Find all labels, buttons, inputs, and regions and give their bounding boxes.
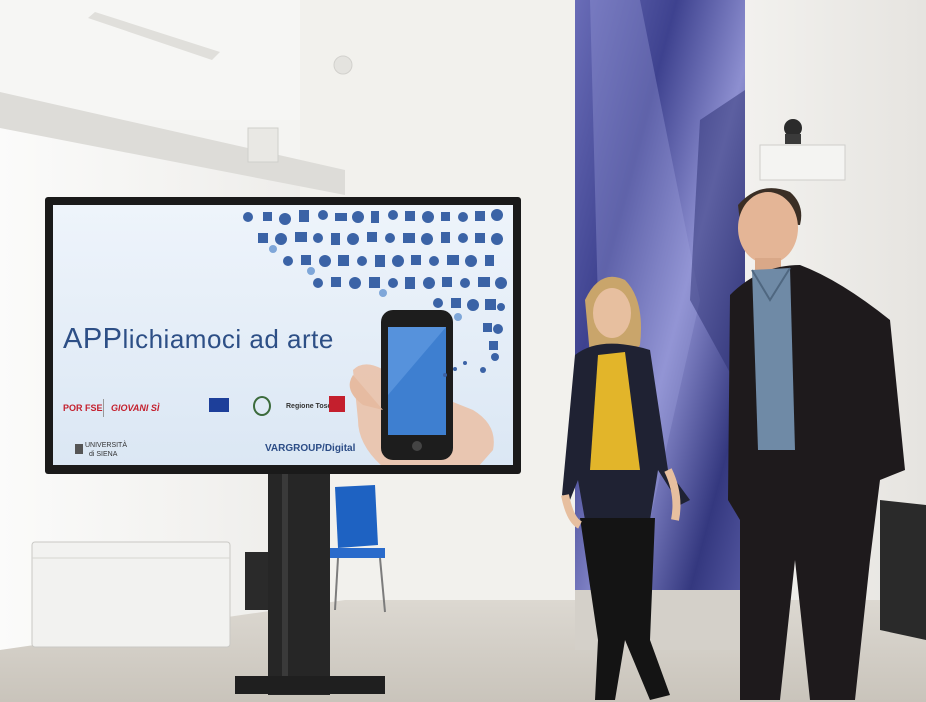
man-figure xyxy=(728,188,905,700)
woman-figure xyxy=(561,276,690,700)
people xyxy=(561,188,905,700)
photo-scene: APPlichiamoci ad arte POR FSE GIOVANI SÌ… xyxy=(0,0,926,702)
